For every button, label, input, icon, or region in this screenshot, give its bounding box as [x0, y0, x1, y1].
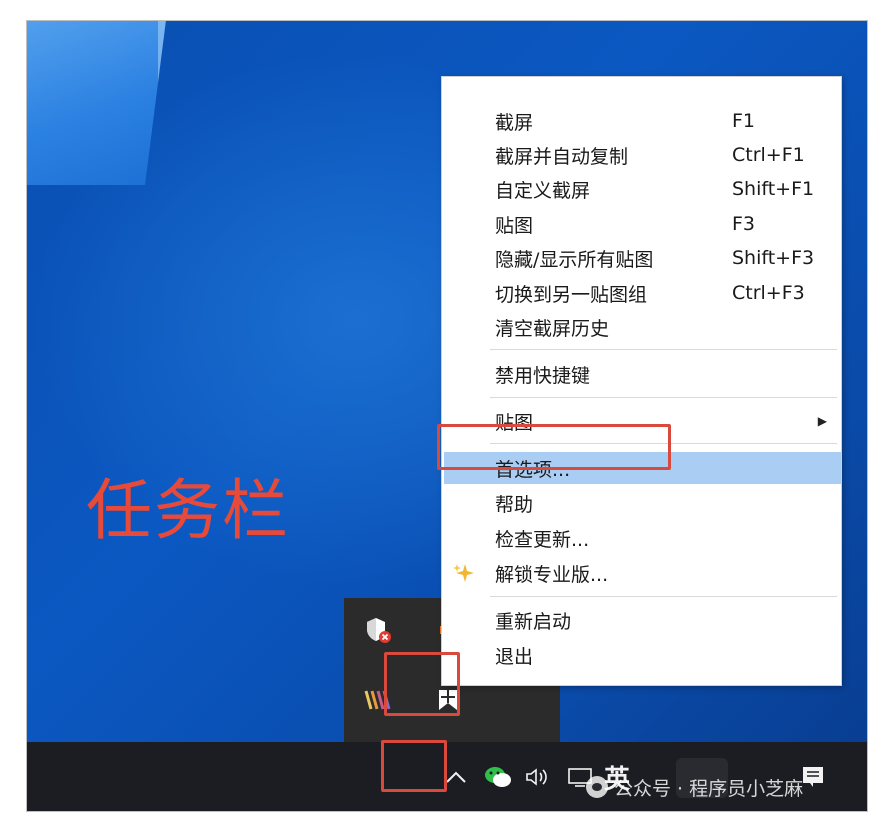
- menu-item-label: 解锁专业版...: [495, 563, 609, 586]
- menu-item-label: 退出: [495, 645, 534, 668]
- wechat-official-account-icon: [586, 776, 608, 798]
- menu-item-label: 禁用快捷键: [495, 364, 591, 387]
- menu-item-shortcut: Shift+F3: [732, 247, 815, 269]
- menu-item-label: 重新启动: [495, 610, 572, 633]
- volume-button[interactable]: [522, 742, 552, 812]
- menu-item-label: 贴图: [495, 214, 534, 237]
- menu-item-toggle-all-pastes[interactable]: 隐藏/显示所有贴图 Shift+F3: [444, 242, 841, 274]
- watermark-text: 公众号 · 程序员小芝麻: [614, 777, 804, 800]
- menu-separator: [490, 596, 837, 597]
- menu-item-exit[interactable]: 退出: [444, 639, 841, 671]
- snipaste-context-menu: 截屏 F1 截屏并自动复制 Ctrl+F1 自定义截屏 Shift+F1 贴图 …: [441, 76, 842, 686]
- menu-item-shortcut: F3: [732, 213, 756, 235]
- menu-item-paste[interactable]: 贴图 F3: [444, 208, 841, 240]
- menu-item-unlock-pro[interactable]: 解锁专业版...: [444, 557, 841, 589]
- submenu-arrow-icon: ▶: [817, 414, 827, 428]
- menu-item-label: 自定义截屏: [495, 179, 591, 202]
- menu-separator: [490, 349, 837, 350]
- menu-item-label: 切换到另一贴图组: [495, 283, 648, 306]
- menu-item-help[interactable]: 帮助: [444, 487, 841, 519]
- taskbar-annotation-label: 任务栏: [86, 472, 290, 549]
- menu-item-label: 截屏并自动复制: [495, 145, 629, 168]
- chevron-up-icon: [446, 771, 466, 783]
- menu-item-label: 清空截屏历史: [495, 317, 610, 340]
- menu-item-label: 截屏: [495, 111, 534, 134]
- highlight-box-snipaste-icon: [384, 652, 460, 716]
- menu-separator: [490, 397, 837, 398]
- menu-item-clear-history[interactable]: 清空截屏历史: [444, 311, 841, 343]
- menu-item-label: 隐藏/显示所有贴图: [495, 248, 654, 271]
- menu-item-shortcut: F1: [732, 110, 756, 132]
- notification-icon: [803, 767, 823, 787]
- menu-item-shortcut: Ctrl+F1: [732, 144, 805, 166]
- watermark: 公众号 · 程序员小芝麻: [586, 772, 803, 802]
- menu-item-restart[interactable]: 重新启动: [444, 604, 841, 636]
- menu-item-custom-screenshot[interactable]: 自定义截屏 Shift+F1: [444, 173, 841, 205]
- menu-item-shortcut: Shift+F1: [732, 178, 815, 200]
- menu-item-label: 检查更新...: [495, 528, 590, 551]
- highlight-box-preferences: [437, 424, 671, 470]
- sparkle-icon: [453, 564, 474, 582]
- menu-item-check-updates[interactable]: 检查更新...: [444, 522, 841, 554]
- highlight-box-show-hidden-icons: [381, 740, 447, 792]
- menu-item-switch-paste-group[interactable]: 切换到另一贴图组 Ctrl+F3: [444, 277, 841, 309]
- menu-item-disable-hotkeys[interactable]: 禁用快捷键: [444, 358, 841, 390]
- wechat-icon: [485, 767, 511, 787]
- volume-icon: [526, 768, 547, 786]
- menu-item-screenshot-copy[interactable]: 截屏并自动复制 Ctrl+F1: [444, 139, 841, 171]
- menu-item-label: 帮助: [495, 493, 534, 516]
- desktop-window-light: [26, 20, 166, 185]
- shield-warning-icon[interactable]: [360, 612, 396, 648]
- menu-item-screenshot[interactable]: 截屏 F1: [444, 105, 841, 137]
- menu-item-shortcut: Ctrl+F3: [732, 282, 805, 304]
- wechat-tray-button[interactable]: [481, 742, 515, 812]
